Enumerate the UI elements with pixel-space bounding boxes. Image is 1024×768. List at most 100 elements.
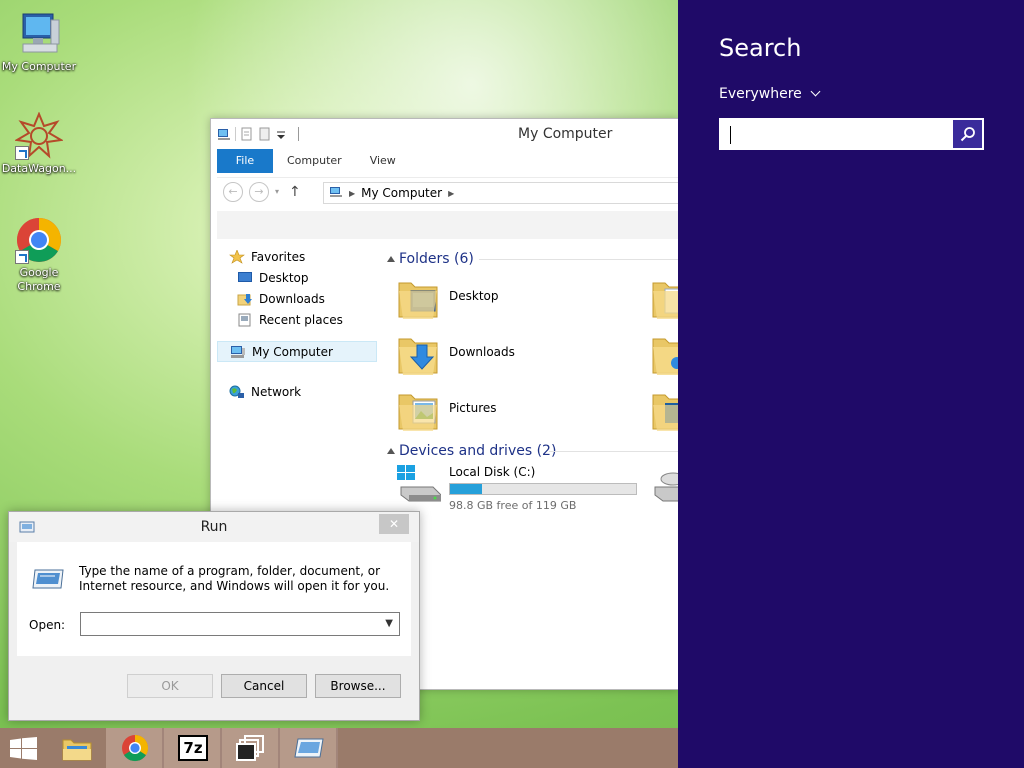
folder-label: Pictures [449, 401, 497, 415]
folders-group-header[interactable]: Folders (6) [383, 247, 678, 271]
nav-favorites[interactable]: Favorites [217, 247, 377, 268]
nav-my-computer-label: My Computer [252, 345, 333, 359]
computer-icon [329, 186, 343, 201]
task-view-icon [235, 734, 267, 762]
tab-view[interactable]: View [356, 149, 410, 173]
run-instructions: Type the name of a program, folder, docu… [79, 564, 390, 593]
taskbar-task-view[interactable] [222, 728, 280, 768]
tab-file[interactable]: File [217, 149, 273, 173]
search-input[interactable] [721, 120, 955, 148]
chevron-down-icon [810, 86, 821, 97]
downloads-icon [237, 292, 253, 306]
ok-button[interactable]: OK [127, 674, 213, 698]
drives-group-header[interactable]: Devices and drives (2) [383, 439, 678, 463]
search-charm: Search Everywhere [678, 0, 1024, 768]
nav-recent-label: Recent places [259, 313, 343, 327]
up-arrow-icon[interactable]: ↑ [289, 184, 301, 200]
forward-button[interactable]: → [249, 181, 269, 202]
close-button[interactable]: ✕ [379, 514, 409, 534]
shortcut-arrow-icon [15, 250, 29, 264]
desktop-icon-label: DataWagon... [1, 162, 77, 175]
new-folder-icon[interactable] [258, 127, 272, 141]
chrome-icon [15, 216, 63, 264]
taskbar-chrome[interactable] [106, 728, 164, 768]
address-box[interactable]: ▶ My Computer ▶ [323, 182, 678, 204]
chevron-right-icon[interactable]: ▶ [349, 189, 355, 198]
recent-places-icon [237, 313, 253, 327]
address-crumb[interactable]: My Computer [361, 186, 442, 200]
start-button[interactable] [0, 728, 48, 768]
run-title: Run [200, 519, 228, 535]
search-scope-dropdown[interactable]: Everywhere [719, 86, 821, 102]
drive-item-c[interactable]: Local Disk (C:) 98.8 GB free of 119 GB [383, 463, 678, 523]
desktop-icon-my-computer[interactable]: My Computer [0, 10, 78, 74]
drives-group-title: Devices and drives (2) [399, 443, 557, 459]
nav-network-label: Network [251, 385, 302, 399]
search-heading: Search [719, 34, 802, 62]
taskbar-file-explorer[interactable] [48, 728, 106, 768]
chevron-down-icon[interactable]: ▼ [385, 618, 393, 629]
text-caret [730, 126, 731, 144]
folder-item[interactable]: Downloads [383, 327, 678, 383]
computer-icon [15, 10, 63, 58]
explorer-titlebar[interactable]: My Computer [211, 119, 678, 149]
open-combobox[interactable]: ▼ [80, 612, 400, 636]
folder-label: Downloads [449, 345, 515, 359]
cancel-button[interactable]: Cancel [221, 674, 307, 698]
search-button[interactable] [953, 120, 982, 148]
downloads-folder-icon [397, 331, 441, 377]
nav-network[interactable]: Network [217, 382, 377, 403]
nav-downloads[interactable]: Downloads [217, 289, 377, 310]
desktop: My Computer DataWagon... Google Chrome M… [0, 0, 678, 728]
file-explorer-icon [61, 734, 93, 762]
local-disk-icon [397, 465, 442, 511]
folder-label: Desktop [449, 289, 499, 303]
desktop-icon-label: My Computer [1, 60, 77, 73]
divider [235, 127, 236, 141]
run-titlebar[interactable]: Run ✕ [9, 512, 419, 542]
documents-folder-icon [651, 275, 678, 321]
run-dialog[interactable]: Run ✕ Type the name of a program, folder… [8, 511, 420, 721]
drive-usage-fill [450, 484, 482, 494]
7zip-icon: 7z [178, 735, 208, 761]
start-icon [10, 737, 42, 765]
divider [479, 259, 678, 260]
music-folder-icon [651, 331, 678, 377]
desktop-icon [237, 271, 253, 285]
ribbon-tabs: File Computer View [217, 149, 678, 173]
drive-free-space: 98.8 GB free of 119 GB [449, 499, 577, 512]
nav-desktop[interactable]: Desktop [217, 268, 377, 289]
folder-item[interactable]: Pictures [383, 383, 678, 439]
chrome-icon [119, 734, 151, 762]
properties-icon[interactable] [240, 127, 254, 141]
customize-toolbar-icon[interactable] [276, 127, 286, 141]
tab-computer[interactable]: Computer [273, 149, 356, 173]
folder-item[interactable]: Desktop [383, 271, 678, 327]
computer-icon [217, 127, 231, 141]
nav-my-computer[interactable]: My Computer [217, 341, 377, 362]
shortcut-arrow-icon [15, 146, 29, 160]
search-icon [960, 126, 976, 145]
folders-group-title: Folders (6) [399, 251, 474, 267]
drive-label: Local Disk (C:) [449, 465, 536, 479]
divider [298, 127, 299, 141]
open-label: Open: [29, 618, 66, 632]
datawagon-icon [14, 111, 64, 160]
recent-locations-icon[interactable]: ▾ [275, 187, 279, 196]
desktop-icon-datawagon[interactable]: DataWagon... [0, 111, 78, 176]
run-program-icon [31, 566, 65, 592]
desktop-icon-google-chrome[interactable]: Google Chrome [0, 216, 78, 294]
browse-button[interactable]: Browse... [315, 674, 401, 698]
run-body: Type the name of a program, folder, docu… [17, 542, 411, 656]
taskbar-run[interactable] [280, 728, 338, 768]
nav-recent-places[interactable]: Recent places [217, 310, 377, 331]
taskbar-7zip[interactable]: 7z [164, 728, 222, 768]
toolbar-band [217, 211, 678, 239]
pictures-folder-icon [397, 387, 441, 433]
back-button[interactable]: ← [223, 181, 243, 202]
close-icon: ✕ [388, 517, 400, 531]
chevron-right-icon[interactable]: ▶ [448, 189, 454, 198]
network-icon [229, 385, 245, 399]
